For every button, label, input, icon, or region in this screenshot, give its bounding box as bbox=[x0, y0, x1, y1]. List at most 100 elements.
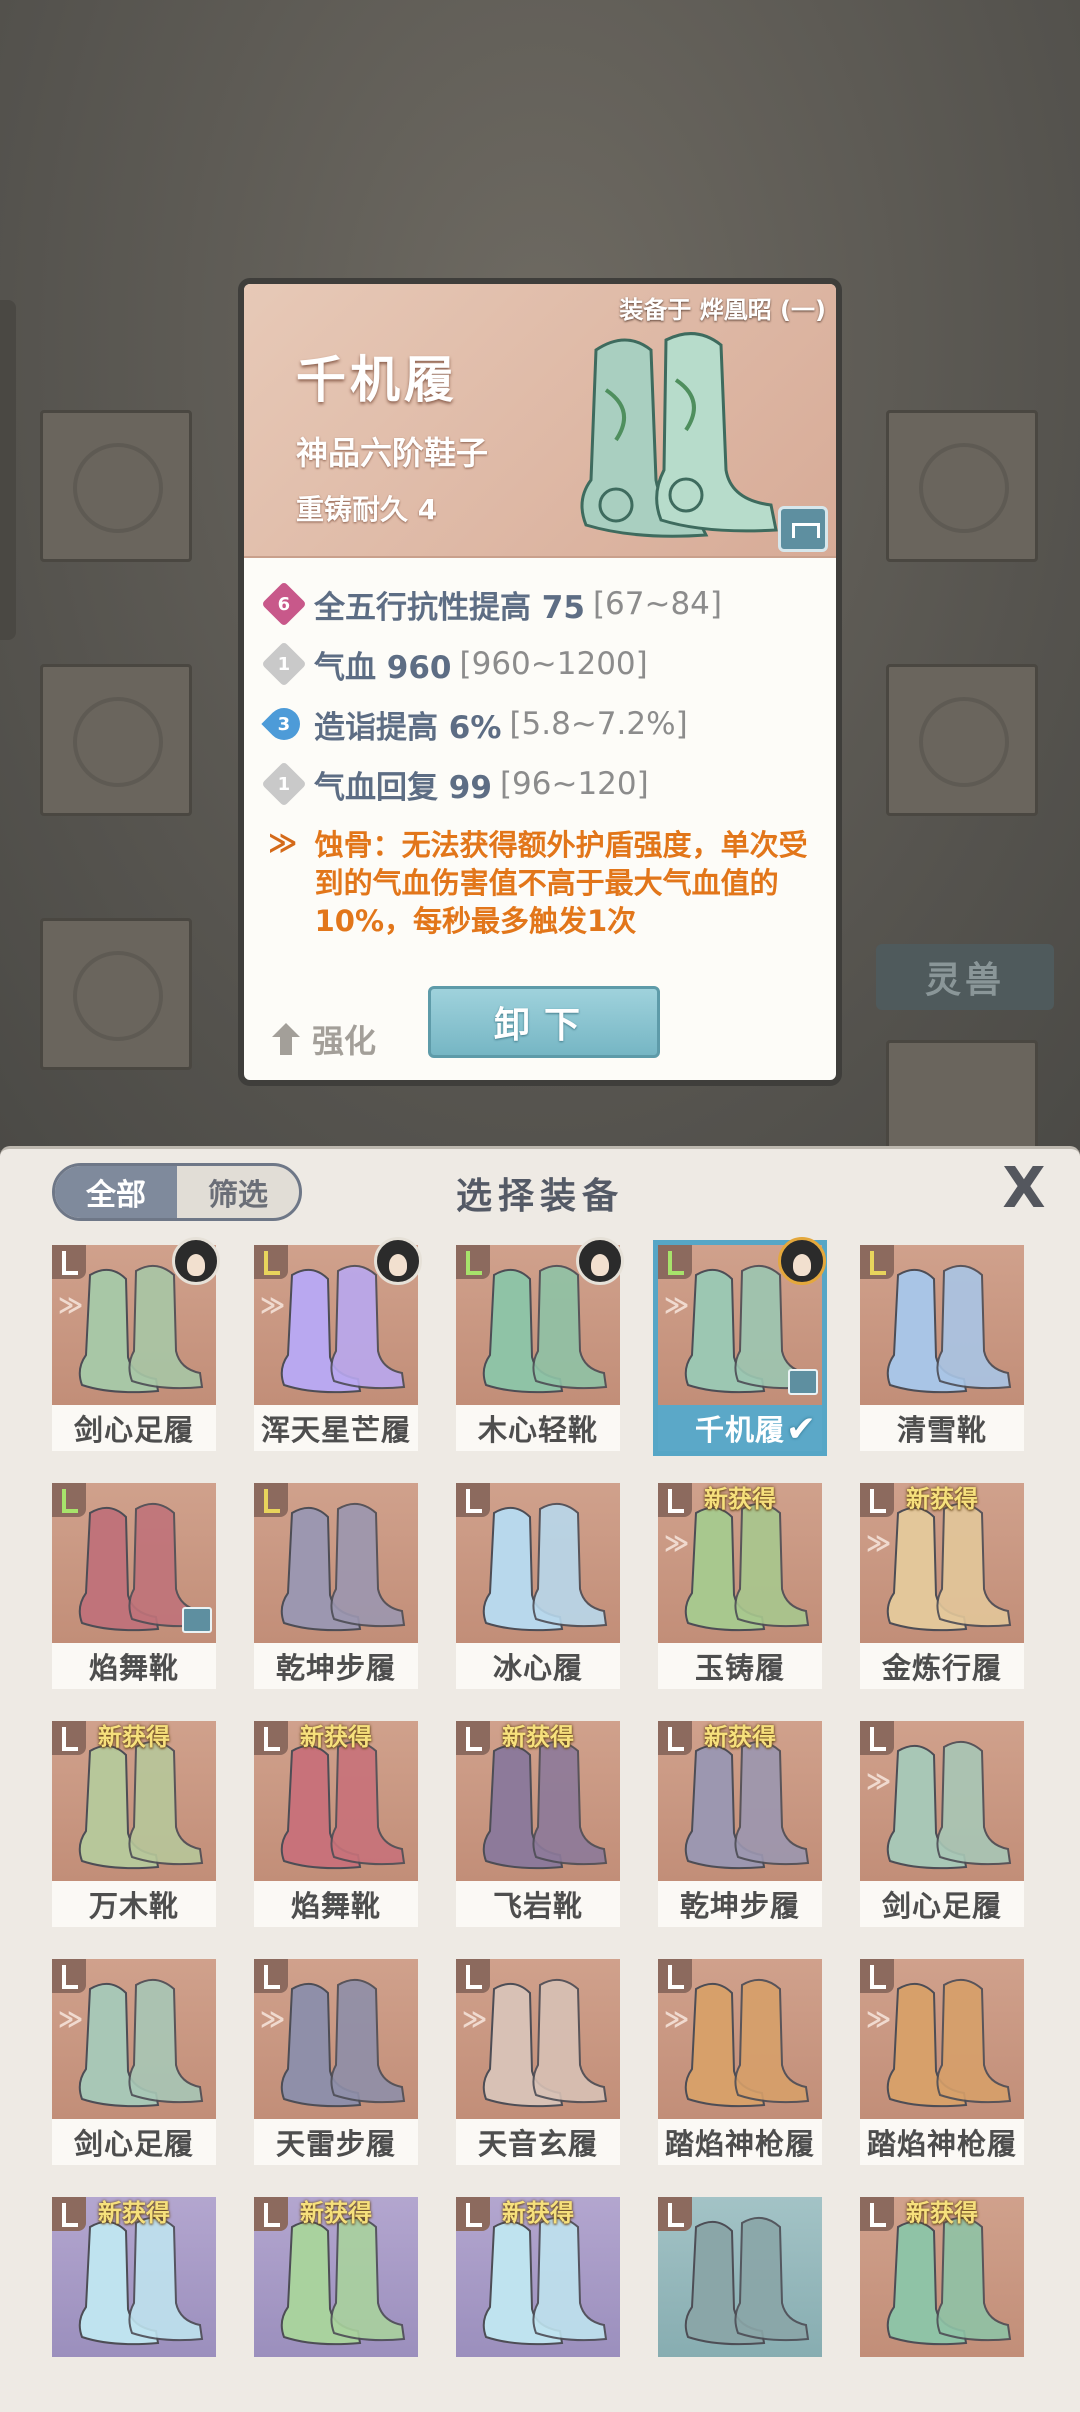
equipment-name: 焰舞靴 bbox=[52, 1643, 216, 1689]
new-badge: 新获得 bbox=[906, 2199, 978, 2227]
equipment-name: 剑心足履 bbox=[52, 1405, 216, 1451]
equipment-item[interactable]: ≫ 天雷步履 bbox=[254, 1959, 418, 2165]
equipment-item[interactable]: ≫ 浑天星芒履 bbox=[254, 1237, 422, 1451]
equipment-name: 木心轻靴 bbox=[456, 1405, 620, 1451]
equipment-name: 踏焰神枪履 bbox=[658, 2119, 822, 2165]
boot-type-icon bbox=[52, 1245, 86, 1279]
stat-row: 1 气血 960 [960~1200] bbox=[261, 634, 812, 694]
equipment-item[interactable]: 乾坤步履 bbox=[254, 1483, 418, 1689]
new-badge: 新获得 bbox=[300, 2199, 372, 2227]
equipped-character-avatar bbox=[374, 1237, 422, 1285]
equipment-item[interactable]: 清雪靴 bbox=[860, 1245, 1024, 1451]
equipment-item[interactable]: 冰心履 bbox=[456, 1483, 620, 1689]
boot-type-icon bbox=[456, 1959, 490, 1993]
equipment-name: 乾坤步履 bbox=[254, 1643, 418, 1689]
equipment-name: 玉铸履 bbox=[658, 1643, 822, 1689]
stat-row: 6 全五行抗性提高 75 [67~84] bbox=[261, 574, 812, 634]
equipment-item[interactable]: ≫ 踏焰神枪履 bbox=[860, 1959, 1024, 2165]
stat-range: [67~84] bbox=[592, 586, 722, 622]
equipment-item[interactable]: ≫ 新获得 金炼行履 bbox=[860, 1483, 1024, 1689]
equipment-name: 乾坤步履 bbox=[658, 1881, 822, 1927]
special-mark-icon: ≫ bbox=[664, 2005, 690, 2033]
equipment-name: 天音玄履 bbox=[456, 2119, 620, 2165]
bg-weapon-slot bbox=[40, 410, 192, 562]
equipment-name: 万木靴 bbox=[52, 1881, 216, 1927]
equipment-item[interactable]: ≫ 新获得 玉铸履 bbox=[658, 1483, 822, 1689]
boot-type-icon bbox=[658, 2197, 692, 2231]
boot-type-icon bbox=[254, 1959, 288, 1993]
equipment-detail-card: 装备于 烨凰昭 (一) 千机履 神品六阶鞋子 重铸耐久 4 6 全五行抗性提高 … bbox=[238, 278, 842, 1086]
rank-badge-icon: 1 bbox=[261, 641, 307, 687]
detail-header: 装备于 烨凰昭 (一) 千机履 神品六阶鞋子 重铸耐久 4 bbox=[244, 284, 836, 558]
rank-badge-icon: 1 bbox=[261, 761, 307, 807]
equipment-item[interactable]: 新获得 焰舞靴 bbox=[254, 1721, 418, 1927]
special-mark-icon: ≫ bbox=[58, 1291, 84, 1319]
enhance-button[interactable]: 强化 bbox=[272, 1016, 376, 1062]
special-mark-icon: ≫ bbox=[462, 2005, 488, 2033]
boot-type-icon bbox=[860, 1721, 894, 1755]
stat-row: 3 造诣提高 6% [5.8~7.2%] bbox=[261, 694, 812, 754]
stat-label: 造诣提高 6% bbox=[314, 709, 502, 746]
boot-type-icon bbox=[860, 1959, 894, 1993]
boots-artwork bbox=[580, 332, 778, 538]
boot-type-icon bbox=[254, 1483, 288, 1517]
equipment-item[interactable]: ≫ 剑心足履 bbox=[52, 1959, 216, 2165]
stat-list: 6 全五行抗性提高 75 [67~84] 1 气血 960 [960~1200]… bbox=[244, 558, 836, 940]
new-badge: 新获得 bbox=[300, 1723, 372, 1751]
arrow-up-icon bbox=[272, 1023, 300, 1055]
equipment-item[interactable]: 木心轻靴 bbox=[456, 1237, 624, 1451]
close-icon[interactable]: X bbox=[994, 1159, 1054, 1219]
equipment-item[interactable]: 焰舞靴 bbox=[52, 1483, 216, 1689]
special-effect-text: 蚀骨：无法获得额外护盾强度，单次受到的气血伤害值不高于最大气血值的10%，每秒最… bbox=[314, 828, 808, 938]
equipment-item[interactable]: ≫ 天音玄履 bbox=[456, 1959, 620, 2165]
equipment-item[interactable]: ≫ 千机履 ✔ bbox=[653, 1237, 827, 1456]
flame-badge-icon: 3 bbox=[261, 701, 307, 747]
equipment-item[interactable]: ≫ 踏焰神枪履 bbox=[658, 1959, 822, 2165]
bg-charm-slot bbox=[886, 410, 1038, 562]
equipment-item[interactable]: 新获得 bbox=[456, 2197, 620, 2403]
equipment-name: 剑心足履 bbox=[860, 1881, 1024, 1927]
item-durability: 重铸耐久 4 bbox=[296, 493, 438, 526]
new-badge: 新获得 bbox=[704, 1723, 776, 1751]
stat-label: 全五行抗性提高 75 bbox=[314, 589, 585, 626]
equipment-item[interactable]: 新获得 bbox=[254, 2197, 418, 2403]
stat-label: 气血 960 bbox=[314, 649, 452, 686]
equipped-character-avatar bbox=[576, 1237, 624, 1285]
lock-icon[interactable] bbox=[778, 506, 828, 552]
special-mark-icon: ≫ bbox=[866, 1767, 892, 1795]
equipment-item[interactable] bbox=[658, 2197, 822, 2403]
side-handle[interactable] bbox=[0, 300, 16, 640]
enhance-label: 强化 bbox=[312, 1022, 377, 1060]
equipment-item[interactable]: 新获得 飞岩靴 bbox=[456, 1721, 620, 1927]
stat-range: [960~1200] bbox=[459, 646, 648, 682]
special-mark-icon: ≫ bbox=[58, 2005, 84, 2033]
equipment-name: 冰心履 bbox=[456, 1643, 620, 1689]
equipment-item[interactable]: 新获得 bbox=[52, 2197, 216, 2403]
boot-type-icon bbox=[456, 1483, 490, 1517]
stat-range: [5.8~7.2%] bbox=[509, 706, 688, 742]
boot-type-icon bbox=[52, 1959, 86, 1993]
boot-type-icon bbox=[52, 1483, 86, 1517]
equipment-name: 剑心足履 bbox=[52, 2119, 216, 2165]
new-badge: 新获得 bbox=[502, 2199, 574, 2227]
boot-type-icon bbox=[658, 1959, 692, 1993]
equipment-item[interactable]: 新获得 万木靴 bbox=[52, 1721, 216, 1927]
equipment-name: 浑天星芒履 bbox=[254, 1405, 418, 1451]
equipped-character-avatar bbox=[778, 1237, 826, 1285]
spirit-beast-tab[interactable]: 灵兽 bbox=[876, 944, 1054, 1010]
bg-armor-slot bbox=[40, 664, 192, 816]
unequip-button[interactable]: 卸下 bbox=[428, 986, 660, 1058]
equipment-item[interactable]: ≫ 剑心足履 bbox=[860, 1721, 1024, 1927]
new-badge: 新获得 bbox=[98, 1723, 170, 1751]
boot-type-icon bbox=[860, 1245, 894, 1279]
special-mark-icon: ≫ bbox=[260, 1291, 286, 1319]
new-badge: 新获得 bbox=[906, 1485, 978, 1513]
special-mark-icon: ≫ bbox=[260, 2005, 286, 2033]
equipment-item[interactable]: ≫ 剑心足履 bbox=[52, 1237, 220, 1451]
equipment-item[interactable]: 新获得 乾坤步履 bbox=[658, 1721, 822, 1927]
equipment-item[interactable]: 新获得 bbox=[860, 2197, 1024, 2403]
bg-ring-slot bbox=[886, 664, 1038, 816]
boot-type-icon bbox=[658, 1245, 692, 1279]
new-badge: 新获得 bbox=[98, 2199, 170, 2227]
select-equipment-panel: 全部 筛选 选择装备 X ≫ 剑心足履 ≫ 浑天星芒履 木心轻靴 ≫ 千机履 ✔ 清雪靴 焰舞靴乾… bbox=[0, 1146, 1080, 2412]
